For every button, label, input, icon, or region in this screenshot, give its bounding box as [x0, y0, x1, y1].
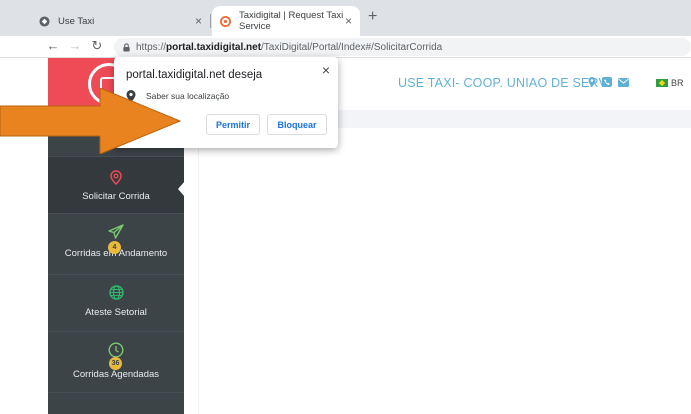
- location-pin-icon: [110, 170, 122, 186]
- sidebar-item-ateste-setorial[interactable]: Ateste Setorial: [48, 275, 184, 331]
- tab-divider: [210, 14, 211, 28]
- lock-icon: [123, 42, 130, 52]
- clock-icon: [108, 342, 124, 358]
- sidebar-item-label: Solicitar Corrida: [82, 191, 150, 202]
- header-contact-icons: [588, 77, 629, 87]
- active-item-pointer: [178, 181, 185, 197]
- sidebar-separator: [48, 392, 184, 393]
- close-tab-icon[interactable]: ×: [345, 14, 352, 28]
- tab-title: Use Taxi: [58, 15, 95, 27]
- main-content: [198, 128, 691, 414]
- annotation-arrow-icon: [0, 88, 182, 154]
- tab-favicon-icon: [220, 15, 231, 27]
- address-bar[interactable]: https:// portal.taxidigital.net /TaxiDig…: [114, 38, 691, 56]
- language-label: BR: [671, 78, 684, 88]
- allow-button[interactable]: Permitir: [206, 114, 260, 135]
- paper-plane-icon: [108, 224, 124, 239]
- tab-use-taxi[interactable]: Use Taxi ×: [30, 6, 210, 36]
- sidebar-item-solicitar-corrida[interactable]: Solicitar Corrida: [48, 157, 184, 213]
- block-button[interactable]: Bloquear: [267, 114, 327, 135]
- back-arrow-icon[interactable]: ←: [44, 38, 62, 53]
- close-tab-icon[interactable]: ×: [195, 14, 202, 28]
- url-path: /TaxiDigital/Portal/Index#/SolicitarCorr…: [261, 41, 443, 53]
- tab-favicon-icon: [38, 15, 50, 27]
- close-icon[interactable]: ×: [322, 62, 330, 78]
- envelope-icon[interactable]: [618, 77, 629, 87]
- reload-icon[interactable]: ↻: [88, 38, 106, 54]
- count-badge: 4: [108, 241, 121, 254]
- brazil-flag-icon: [656, 79, 668, 87]
- popup-site-text: portal.taxidigital.net deseja: [126, 69, 263, 81]
- map-marker-icon[interactable]: [588, 77, 596, 87]
- count-badge: 36: [109, 357, 122, 370]
- browser-toolbar: ← → ↻ https:// portal.taxidigital.net /T…: [0, 36, 691, 58]
- sidebar-item-label: Corridas Agendadas: [72, 369, 160, 380]
- brand-title: USE TAXI- COOP. UNIAO DE SERV.: [398, 76, 610, 90]
- new-tab-button[interactable]: +: [368, 8, 377, 26]
- browser-tab-bar: Use Taxi × Taxidigital | Request Taxi Se…: [0, 0, 691, 36]
- tab-taxidigital[interactable]: Taxidigital | Request Taxi Service ×: [212, 6, 360, 36]
- forward-arrow-icon[interactable]: →: [66, 38, 84, 53]
- tab-title: Taxidigital | Request Taxi Service: [239, 10, 344, 32]
- globe-icon: [108, 285, 124, 300]
- sidebar-item-label: Ateste Setorial: [85, 307, 147, 318]
- phone-icon[interactable]: [602, 77, 612, 87]
- url-scheme: https://: [136, 41, 167, 53]
- url-host: portal.taxidigital.net: [166, 41, 262, 53]
- language-selector[interactable]: BR: [656, 78, 684, 88]
